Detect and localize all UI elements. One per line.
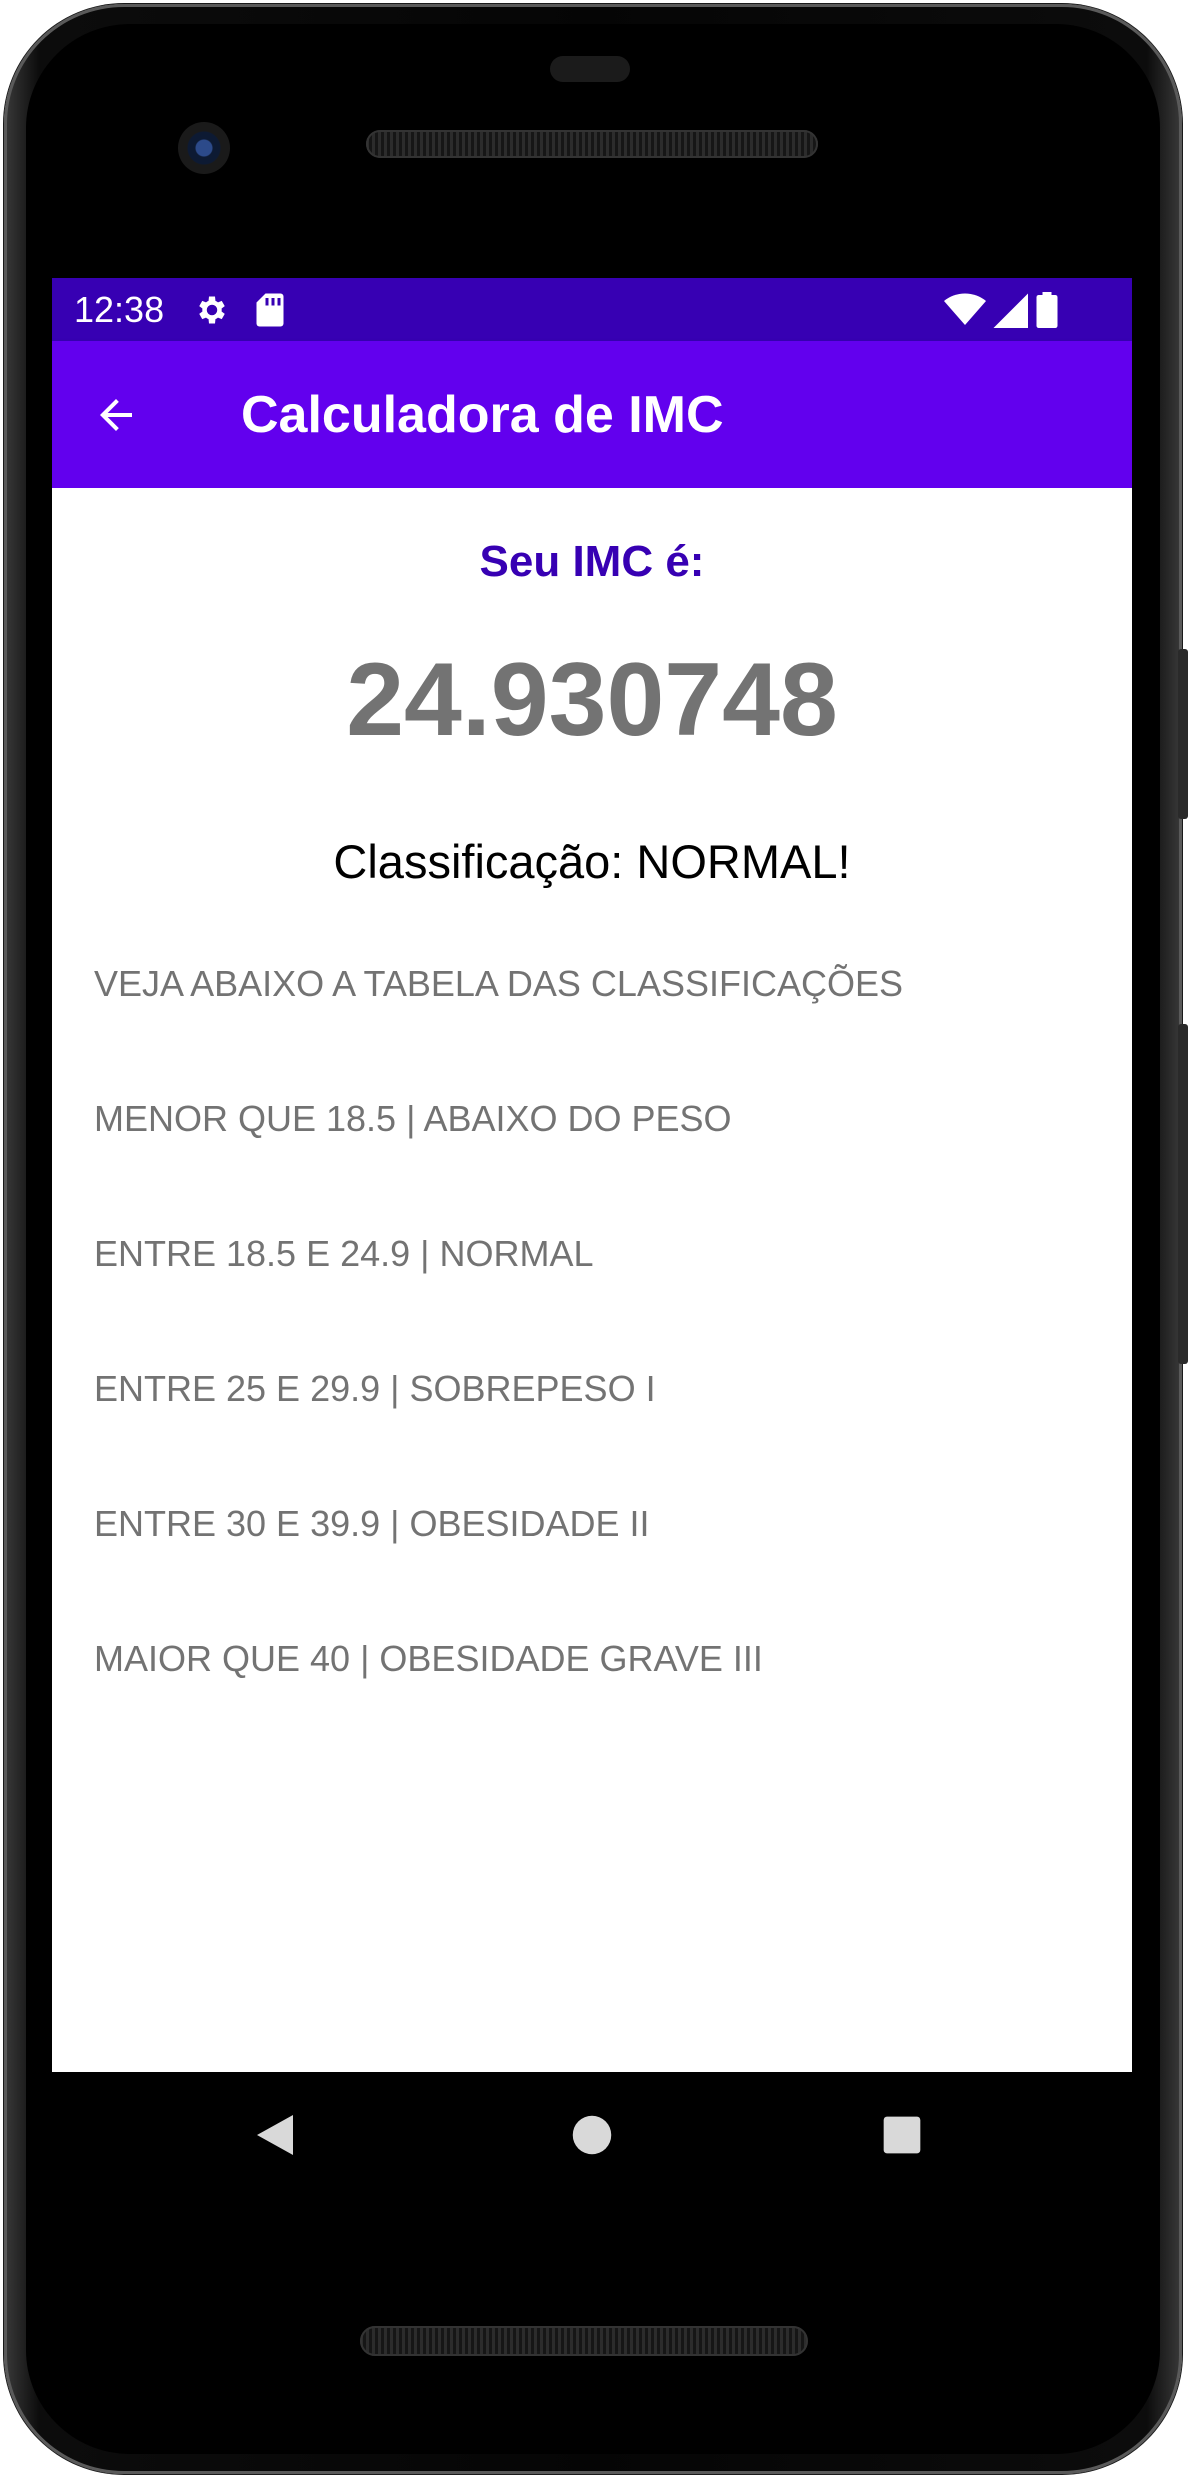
battery-icon bbox=[1036, 292, 1058, 328]
page-title: Calculadora de IMC bbox=[241, 386, 724, 444]
app-bar: Calculadora de IMC bbox=[52, 341, 1132, 488]
nav-home-icon bbox=[572, 2115, 612, 2155]
table-row: MAIOR QUE 40 | OBESIDADE GRAVE III bbox=[94, 1638, 763, 1679]
back-button[interactable] bbox=[72, 371, 160, 459]
status-bar: 12:38 bbox=[52, 278, 1132, 341]
table-row: MENOR QUE 18.5 | ABAIXO DO PESO bbox=[94, 1098, 732, 1139]
bmi-value: 24.930748 bbox=[346, 642, 838, 758]
top-speaker-grille bbox=[366, 130, 818, 158]
signal-icon bbox=[993, 293, 1028, 328]
device-frame: 12:38 Calculadora de IMC Seu IMC é: 24.9… bbox=[0, 0, 1194, 2480]
navigation-bar bbox=[52, 2072, 1132, 2198]
sd-card-icon bbox=[256, 293, 284, 327]
proximity-sensor bbox=[550, 56, 630, 82]
bottom-speaker-grille bbox=[360, 2326, 808, 2356]
classification-text: Classificação: NORMAL! bbox=[333, 835, 851, 888]
screen: 12:38 Calculadora de IMC Seu IMC é: 24.9… bbox=[52, 278, 1132, 2072]
table-row: ENTRE 30 E 39.9 | OBESIDADE II bbox=[94, 1503, 650, 1544]
table-row: ENTRE 18.5 E 24.9 | NORMAL bbox=[94, 1233, 594, 1274]
arrow-back-icon bbox=[100, 399, 132, 431]
result-label: Seu IMC é: bbox=[479, 537, 705, 586]
volume-button bbox=[1178, 1024, 1188, 1364]
status-time: 12:38 bbox=[74, 289, 165, 330]
front-camera-icon bbox=[178, 122, 230, 174]
wifi-icon bbox=[944, 293, 986, 325]
settings-icon bbox=[199, 296, 225, 324]
nav-recents-button[interactable] bbox=[862, 2095, 942, 2175]
nav-back-icon bbox=[257, 2115, 293, 2155]
power-button bbox=[1178, 649, 1188, 819]
content-area: Seu IMC é: 24.930748 Classificação: NORM… bbox=[52, 488, 1132, 2072]
nav-back-button[interactable] bbox=[235, 2095, 315, 2175]
nav-home-button[interactable] bbox=[552, 2095, 632, 2175]
table-heading: VEJA ABAIXO A TABELA DAS CLASSIFICAÇÕES bbox=[94, 963, 904, 1004]
nav-recents-icon bbox=[883, 2116, 921, 2154]
table-row: ENTRE 25 E 29.9 | SOBREPESO I bbox=[94, 1368, 656, 1409]
